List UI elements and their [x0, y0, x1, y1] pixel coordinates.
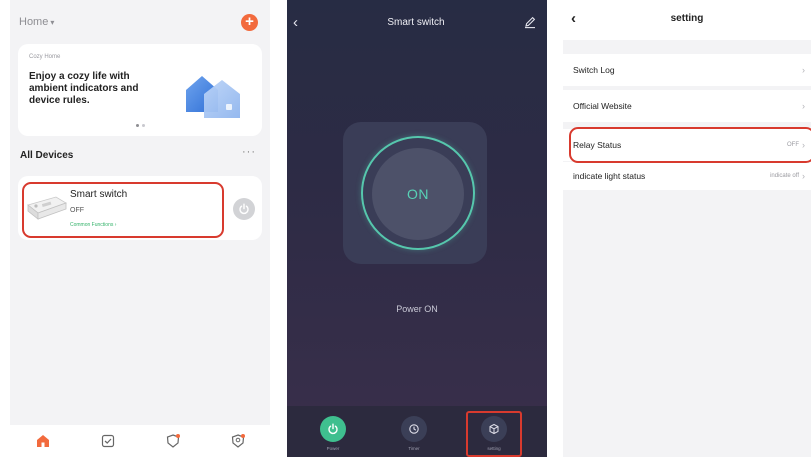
scene-tab-icon[interactable]: [100, 433, 116, 449]
row-value: indicate off: [770, 173, 799, 179]
banner-text: Enjoy a cozy life with ambient indicator…: [29, 71, 139, 106]
power-label: Power: [326, 446, 340, 451]
promo-banner[interactable]: Cozy Home Enjoy a cozy life with ambient…: [18, 44, 262, 136]
control-header: ‹ Smart switch: [287, 0, 547, 44]
setting-header: ‹ setting: [563, 0, 811, 40]
power-button[interactable]: [320, 416, 346, 442]
row-label: Official Website: [573, 101, 632, 111]
power-icon: [239, 203, 249, 215]
setting-title: setting: [670, 13, 704, 24]
dial-label: ON: [407, 186, 429, 202]
switch-control-screen: ‹ Smart switch ON Power ON Power Timer s…: [287, 0, 547, 457]
home-tab-icon[interactable]: [35, 433, 51, 449]
row-label: indicate light status: [573, 171, 646, 181]
power-toggle-dial[interactable]: ON: [372, 148, 464, 240]
control-title: Smart switch: [387, 16, 445, 28]
chevron-right-icon: ›: [802, 65, 805, 75]
home-screen: Home ▾ + Cozy Home Enjoy a cozy life wit…: [10, 0, 270, 457]
section-title: All Devices: [20, 150, 74, 161]
add-device-button[interactable]: +: [241, 13, 258, 31]
timer-button[interactable]: [401, 416, 427, 442]
power-status-text: Power ON: [396, 304, 438, 314]
back-icon[interactable]: ‹: [293, 14, 309, 31]
chevron-right-icon: ›: [802, 171, 805, 181]
row-label: Switch Log: [573, 65, 615, 75]
home-illustration-icon: [186, 76, 240, 118]
indicate-light-row[interactable]: indicate light status indicate off ›: [563, 162, 811, 190]
profile-tab-icon[interactable]: [230, 433, 246, 449]
timer-icon: [409, 424, 419, 434]
banner-caption: Cozy Home: [29, 54, 61, 60]
bottom-tab-bar: [10, 425, 270, 457]
chevron-right-icon: ›: [802, 101, 805, 111]
banner-pager: [136, 124, 145, 127]
smart-tab-icon[interactable]: [165, 433, 181, 449]
home-selector[interactable]: Home ▾: [19, 16, 54, 28]
relay-status-highlight: [569, 127, 811, 163]
power-icon: [328, 423, 338, 435]
device-card-highlight: [22, 182, 224, 238]
more-icon[interactable]: ···: [242, 146, 256, 158]
device-power-button[interactable]: [233, 198, 255, 220]
home-title: Home: [19, 16, 49, 28]
home-header: Home ▾ +: [10, 0, 270, 44]
setting-highlight: [466, 411, 522, 457]
chevron-down-icon: ▾: [50, 17, 55, 27]
official-website-row[interactable]: Official Website ›: [563, 90, 811, 122]
timer-label: Timer: [408, 446, 420, 451]
switch-log-row[interactable]: Switch Log ›: [563, 54, 811, 86]
edit-icon[interactable]: [523, 15, 537, 29]
setting-screen: ‹ setting Switch Log › Official Website …: [563, 0, 811, 457]
